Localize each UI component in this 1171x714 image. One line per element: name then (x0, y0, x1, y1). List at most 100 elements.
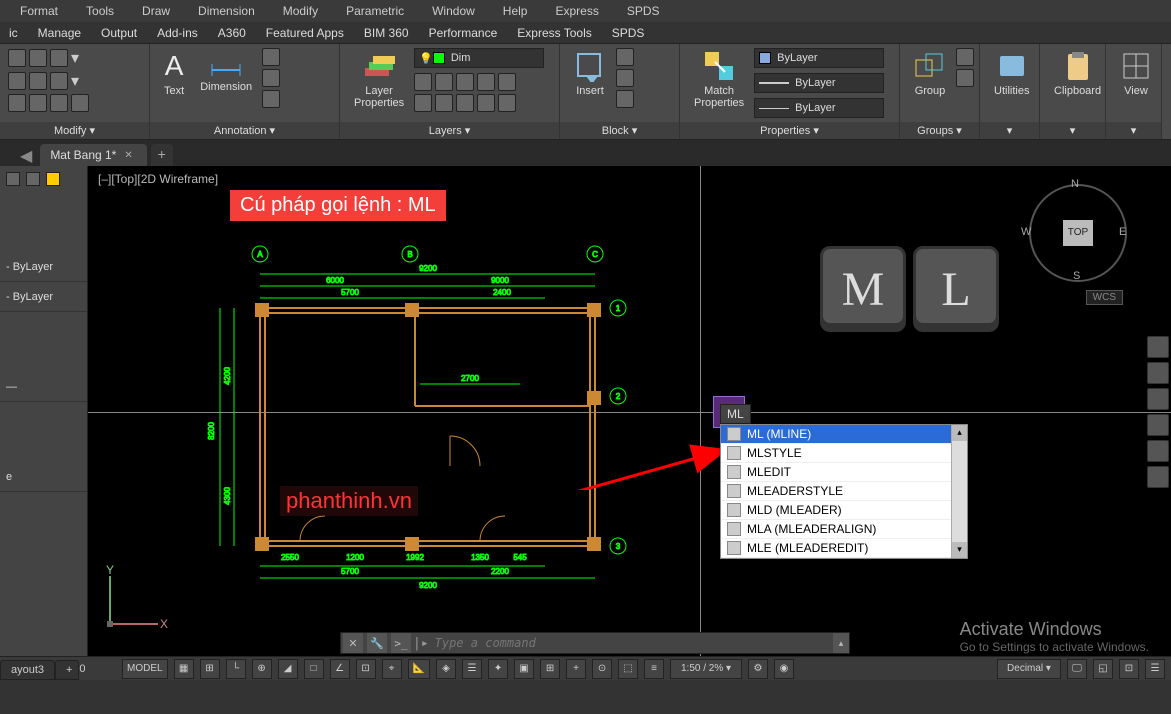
tab-spds2[interactable]: SPDS (609, 26, 648, 40)
sb-icon[interactable]: ⊡ (1119, 659, 1139, 679)
layer-icon[interactable] (498, 73, 516, 91)
sb-icon[interactable]: ⊙ (592, 659, 612, 679)
ac-item[interactable]: MLA (MLEADERALIGN) (721, 520, 967, 539)
layer-properties-button[interactable]: Layer Properties (348, 48, 410, 111)
sb-icon[interactable]: ⊡ (356, 659, 376, 679)
nav-icon[interactable] (1147, 388, 1169, 410)
viewcube-top[interactable]: TOP (1063, 220, 1093, 246)
ac-item[interactable]: MLEADERSTYLE (721, 482, 967, 501)
anno-icon[interactable] (262, 90, 280, 108)
tab-express-tools[interactable]: Express Tools (514, 26, 594, 40)
wcs-label[interactable]: WCS (1086, 290, 1123, 305)
menu-help[interactable]: Help (503, 4, 528, 18)
group-properties[interactable]: Properties ▾ (680, 122, 899, 139)
layout-tab[interactable]: ayout3 (0, 660, 55, 680)
wrench-icon[interactable]: 🔧 (367, 633, 387, 653)
ac-item[interactable]: MLE (MLEADEREDIT) (721, 539, 967, 558)
ucs-icon[interactable]: Y X (100, 564, 170, 634)
modify-icon[interactable] (29, 72, 47, 90)
group-groups[interactable]: Groups ▾ (900, 122, 979, 139)
menu-draw[interactable]: Draw (142, 4, 170, 18)
layer-icon[interactable] (435, 94, 453, 112)
sb-icon[interactable]: + (566, 659, 586, 679)
file-tab[interactable]: Mat Bang 1*✕ (40, 144, 146, 166)
match-properties-button[interactable]: Match Properties (688, 48, 750, 111)
layer-dropdown[interactable]: 💡Dim (414, 48, 544, 68)
block-icon[interactable] (616, 69, 634, 87)
nav-icon[interactable] (1147, 362, 1169, 384)
sb-icon[interactable]: ⊞ (540, 659, 560, 679)
layer-icon[interactable] (477, 73, 495, 91)
sb-gear-icon[interactable]: ⚙ (748, 659, 768, 679)
tab-prev-icon[interactable]: ◀ (20, 146, 32, 166)
menu-parametric[interactable]: Parametric (346, 4, 404, 18)
lp-icon[interactable] (46, 172, 60, 186)
sb-snap-icon[interactable]: ⊞ (200, 659, 220, 679)
group-button[interactable]: Group (908, 48, 952, 99)
sb-icon[interactable]: ☰ (462, 659, 482, 679)
sb-track-icon[interactable]: ∠ (330, 659, 350, 679)
modify-icon[interactable] (71, 94, 89, 112)
anno-icon[interactable] (262, 69, 280, 87)
layer-icon[interactable] (456, 94, 474, 112)
tab-manage[interactable]: Manage (35, 26, 84, 40)
sb-icon[interactable]: ⌖ (382, 659, 402, 679)
layer-icon[interactable] (456, 73, 474, 91)
modify-icon[interactable] (50, 72, 68, 90)
sb-icon[interactable]: ✦ (488, 659, 508, 679)
menu-modify[interactable]: Modify (283, 4, 318, 18)
view-button[interactable]: View (1114, 48, 1158, 99)
clipboard-button[interactable]: Clipboard (1048, 48, 1107, 99)
tab-ic[interactable]: ic (6, 26, 21, 40)
text-button[interactable]: AText (158, 48, 190, 99)
nav-icon[interactable] (1147, 440, 1169, 462)
lineweight-dropdown[interactable]: ByLayer (754, 73, 884, 93)
command-input[interactable] (429, 636, 833, 650)
group-layers[interactable]: Layers ▾ (340, 122, 559, 139)
compass-s[interactable]: S (1073, 270, 1080, 282)
units-readout[interactable]: Decimal ▾ (997, 659, 1061, 679)
view-label[interactable]: [–][Top][2D Wireframe] (98, 172, 218, 186)
color-dropdown[interactable]: ByLayer (754, 48, 884, 68)
command-line[interactable]: ✕ 🔧 >_ |▸ ▴ (340, 632, 850, 654)
tab-output[interactable]: Output (98, 26, 140, 40)
linetype-dropdown[interactable]: ByLayer (754, 98, 884, 118)
layer-icon[interactable] (414, 73, 432, 91)
model-button[interactable]: MODEL (122, 659, 168, 679)
sb-icon[interactable]: ◉ (774, 659, 794, 679)
group-modify[interactable]: Modify ▾ (0, 122, 149, 139)
sb-polar-icon[interactable]: ⊕ (252, 659, 272, 679)
close-icon[interactable]: ✕ (124, 150, 132, 161)
sb-icon[interactable]: ◱ (1093, 659, 1113, 679)
compass-n[interactable]: N (1071, 178, 1079, 190)
ac-item[interactable]: MLD (MLEADER) (721, 501, 967, 520)
tab-a360[interactable]: A360 (215, 26, 249, 40)
modify-icon[interactable] (8, 49, 26, 67)
nav-icon[interactable] (1147, 336, 1169, 358)
layer-icon[interactable] (498, 94, 516, 112)
scrollbar[interactable]: ▴▾ (951, 425, 967, 558)
lp-collapse[interactable]: — (0, 372, 87, 402)
layout-add[interactable]: + (55, 660, 79, 680)
layer-icon[interactable] (414, 94, 432, 112)
close-icon[interactable]: ✕ (343, 633, 363, 653)
sb-icon[interactable]: ⬚ (618, 659, 638, 679)
view-cube[interactable]: N S E W TOP (1021, 178, 1131, 288)
modify-icon[interactable] (29, 49, 47, 67)
sb-ortho-icon[interactable]: └ (226, 659, 246, 679)
dimension-button[interactable]: Dimension (194, 48, 258, 95)
ac-item[interactable]: MLEDIT (721, 463, 967, 482)
compass-e[interactable]: E (1119, 226, 1126, 238)
block-icon[interactable] (616, 90, 634, 108)
group-annotation[interactable]: Annotation ▾ (150, 122, 339, 139)
layer-icon[interactable] (477, 94, 495, 112)
lp-bylayer2[interactable]: - ByLayer (0, 282, 87, 312)
menu-window[interactable]: Window (432, 4, 475, 18)
block-icon[interactable] (616, 48, 634, 66)
lp-icon[interactable] (6, 172, 20, 186)
tab-addins[interactable]: Add-ins (154, 26, 201, 40)
tab-performance[interactable]: Performance (426, 26, 501, 40)
grp-icon[interactable] (956, 69, 974, 87)
history-dropdown-icon[interactable]: ▴ (833, 633, 849, 653)
sb-icon[interactable]: 📐 (408, 659, 430, 679)
